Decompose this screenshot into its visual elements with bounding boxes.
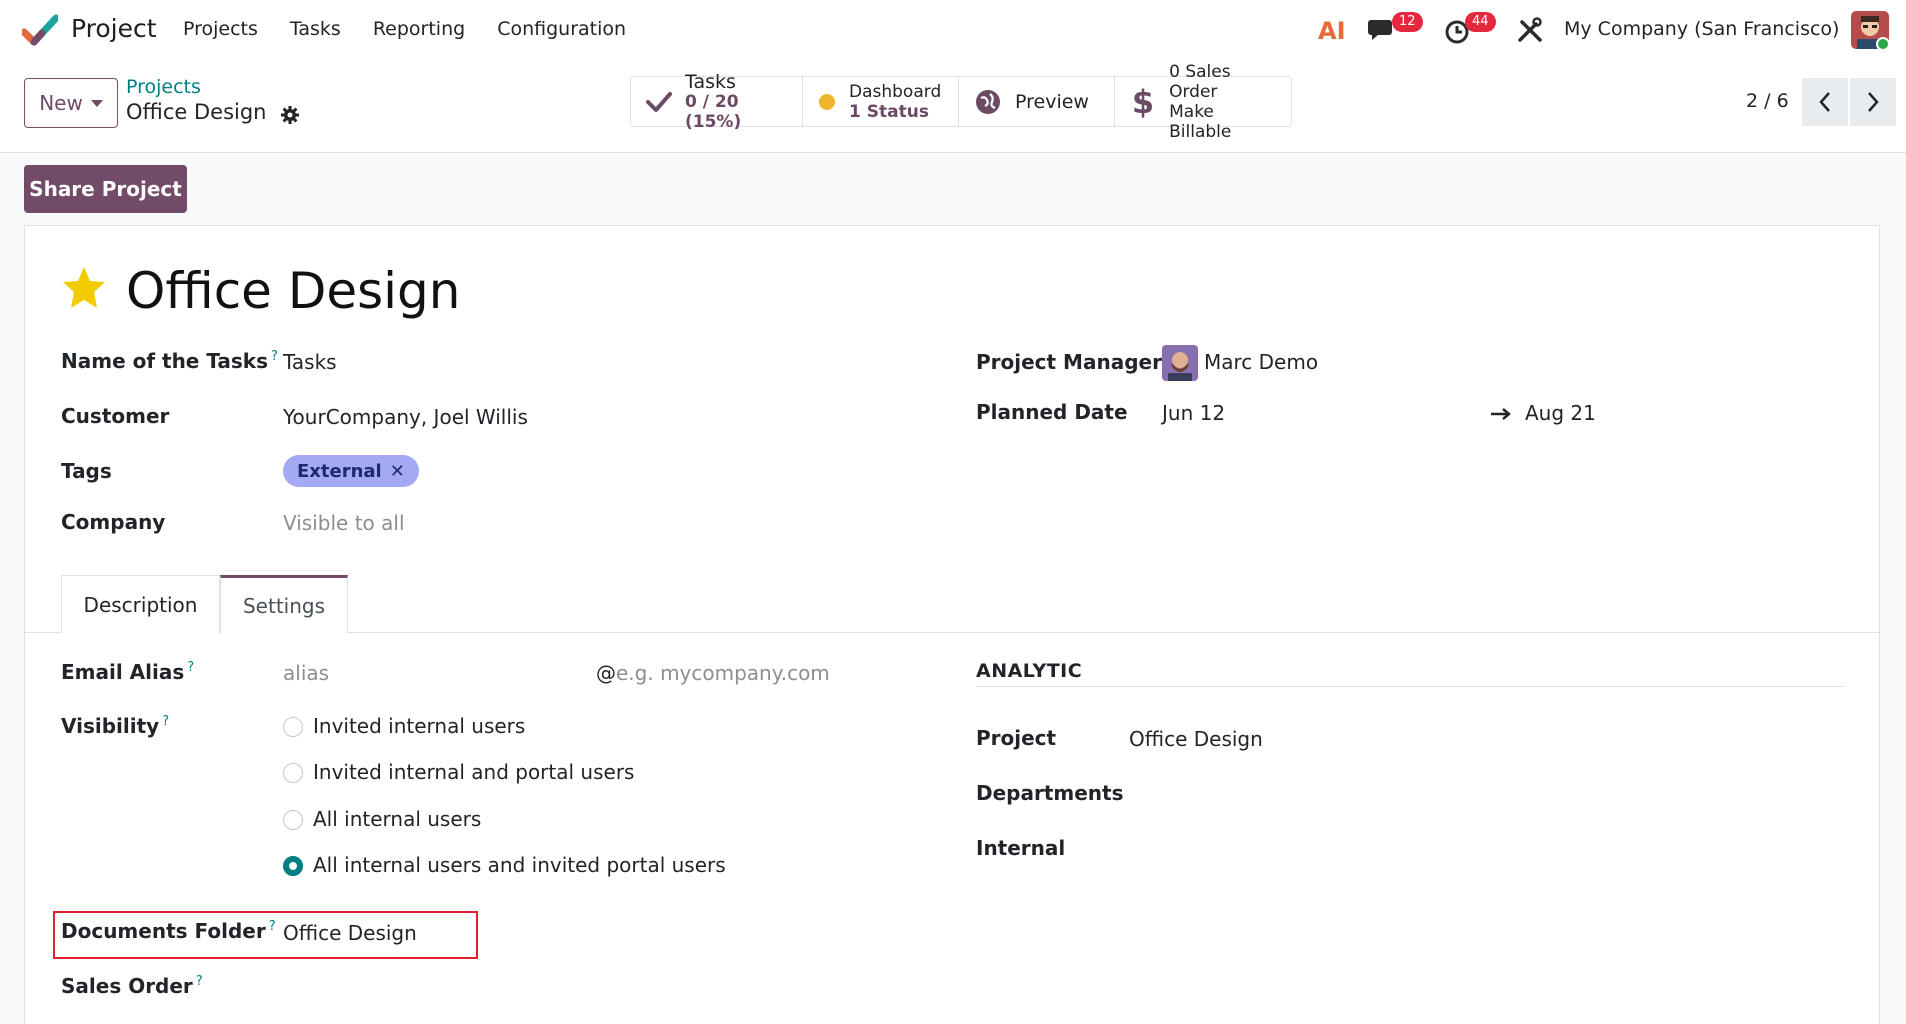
dashboard-smart-title: Dashboard — [849, 81, 942, 102]
chevron-left-icon — [1819, 92, 1830, 112]
tasks-smart-button[interactable]: Tasks 0 / 20 (15%) — [631, 72, 803, 132]
ai-label: AI — [1318, 17, 1346, 45]
breadcrumb-current: Office Design — [126, 100, 267, 124]
check-icon — [645, 87, 673, 117]
project-app-logo-icon[interactable] — [22, 14, 58, 46]
share-project-button[interactable]: Share Project — [24, 165, 187, 213]
dashboard-smart-value: 1 Status — [849, 101, 929, 122]
tab-description[interactable]: Description — [61, 575, 220, 633]
messages-badge: 12 — [1392, 12, 1423, 32]
tab-description-label: Description — [83, 592, 198, 617]
tab-settings-label: Settings — [242, 593, 326, 618]
sales-smart-title: 0 Sales Order — [1169, 61, 1231, 102]
email-alias-label-text: Email Alias — [61, 660, 185, 684]
alias-domain-input[interactable]: e.g. mycompany.com — [616, 661, 830, 685]
chevron-down-icon — [90, 99, 103, 107]
manager-avatar — [1162, 345, 1198, 381]
visibility-radio-invited-internal[interactable] — [283, 717, 303, 737]
visibility-radio-invited-portal[interactable] — [283, 763, 303, 783]
tasks-smart-title: Tasks — [685, 70, 736, 93]
app-name[interactable]: Project — [71, 14, 157, 43]
analytic-section-title: ANALYTIC — [976, 660, 1083, 682]
gear-icon[interactable] — [280, 105, 300, 125]
company-field[interactable]: Visible to all — [283, 511, 405, 535]
breadcrumb-projects-link[interactable]: Projects — [126, 76, 300, 98]
menu-reporting[interactable]: Reporting — [373, 18, 465, 40]
visibility-option-label[interactable]: All internal users — [313, 807, 481, 831]
preview-smart-title: Preview — [1015, 90, 1089, 113]
name-of-tasks-label: Name of the Tasks? — [61, 349, 278, 373]
alias-input[interactable]: alias — [283, 661, 329, 685]
name-of-tasks-field[interactable]: Tasks — [283, 350, 337, 374]
record-title[interactable]: Office Design — [126, 262, 460, 320]
sales-smart-value: Make Billable — [1169, 101, 1232, 142]
name-of-tasks-label-text: Name of the Tasks — [61, 349, 269, 373]
close-icon[interactable]: ✕ — [390, 461, 405, 482]
dollar-icon: $ — [1131, 82, 1155, 121]
activities-badge: 44 — [1465, 12, 1496, 32]
sales-order-label: Sales Order? — [61, 974, 203, 998]
visibility-radio-all-internal[interactable] — [283, 810, 303, 830]
debug-tools-icon[interactable] — [1516, 16, 1544, 44]
new-button[interactable]: New — [24, 78, 118, 128]
customer-field[interactable]: YourCompany, Joel Willis — [283, 405, 528, 429]
sales-order-smart-button[interactable]: $ 0 Sales Order Make Billable — [1115, 62, 1291, 142]
visibility-label: Visibility? — [61, 714, 169, 738]
visibility-option-label[interactable]: Invited internal and portal users — [313, 760, 634, 784]
tags-label: Tags — [61, 459, 112, 483]
analytic-project-label: Project — [976, 726, 1057, 750]
tab-settings[interactable]: Settings — [220, 575, 348, 633]
tag-external[interactable]: External ✕ — [283, 455, 419, 487]
help-icon[interactable]: ? — [271, 349, 278, 364]
pager-value[interactable]: 2 / 6 — [1746, 90, 1789, 112]
tag-external-label: External — [297, 460, 382, 482]
help-icon[interactable]: ? — [187, 660, 194, 675]
help-icon[interactable]: ? — [196, 974, 203, 989]
menu-tasks[interactable]: Tasks — [290, 18, 341, 40]
breadcrumb: Projects Office Design — [126, 76, 300, 125]
project-manager-label: Project Manager — [976, 350, 1162, 374]
preview-smart-button[interactable]: Preview — [959, 77, 1115, 126]
dashboard-smart-button[interactable]: Dashboard 1 Status — [803, 77, 959, 126]
menu-configuration[interactable]: Configuration — [497, 18, 626, 40]
smart-buttons: Tasks 0 / 20 (15%) Dashboard 1 Status Pr… — [630, 62, 1292, 142]
email-alias-label: Email Alias? — [61, 660, 194, 684]
project-manager-field[interactable]: Marc Demo — [1204, 350, 1318, 374]
planned-date-label: Planned Date — [976, 400, 1128, 424]
online-status-dot — [1876, 37, 1890, 51]
arrow-right-icon — [1491, 408, 1511, 420]
ai-icon[interactable]: AI — [1318, 17, 1346, 45]
status-dot-icon — [817, 87, 837, 117]
main-menu: Projects Tasks Reporting Configuration — [183, 18, 658, 40]
company-label: Company — [61, 510, 166, 534]
visibility-option-label[interactable]: All internal users and invited portal us… — [313, 853, 726, 877]
control-panel: New Projects Office Design Tasks 0 / 20 … — [0, 60, 1906, 153]
departments-label: Departments — [976, 781, 1124, 805]
visibility-option-label[interactable]: Invited internal users — [313, 714, 525, 738]
planned-start-field[interactable]: Jun 12 — [1162, 401, 1225, 425]
new-button-label: New — [39, 91, 83, 115]
favorite-star-icon[interactable] — [60, 264, 108, 312]
analytic-project-field[interactable]: Office Design — [1129, 727, 1263, 751]
chevron-right-icon — [1868, 92, 1879, 112]
top-navbar: Project Projects Tasks Reporting Configu… — [0, 0, 1906, 60]
highlight-box — [53, 911, 478, 959]
visibility-label-text: Visibility — [61, 714, 160, 738]
customer-label: Customer — [61, 404, 170, 428]
company-switcher[interactable]: My Company (San Francisco) — [1564, 18, 1839, 40]
sales-order-label-text: Sales Order — [61, 974, 193, 998]
pager-previous-button[interactable] — [1802, 78, 1848, 126]
internal-label: Internal — [976, 836, 1066, 860]
manager-avatar-icon — [1162, 345, 1198, 381]
planned-end-field[interactable]: Aug 21 — [1525, 401, 1596, 425]
analytic-divider — [976, 686, 1844, 687]
visibility-radio-all-internal-portal[interactable] — [283, 856, 303, 876]
alias-at-sign: @ — [596, 661, 616, 685]
help-icon[interactable]: ? — [162, 714, 169, 729]
globe-icon — [973, 87, 1003, 117]
tasks-smart-value: 0 / 20 (15%) — [685, 91, 742, 132]
menu-projects[interactable]: Projects — [183, 18, 258, 40]
pager-next-button[interactable] — [1850, 78, 1896, 126]
